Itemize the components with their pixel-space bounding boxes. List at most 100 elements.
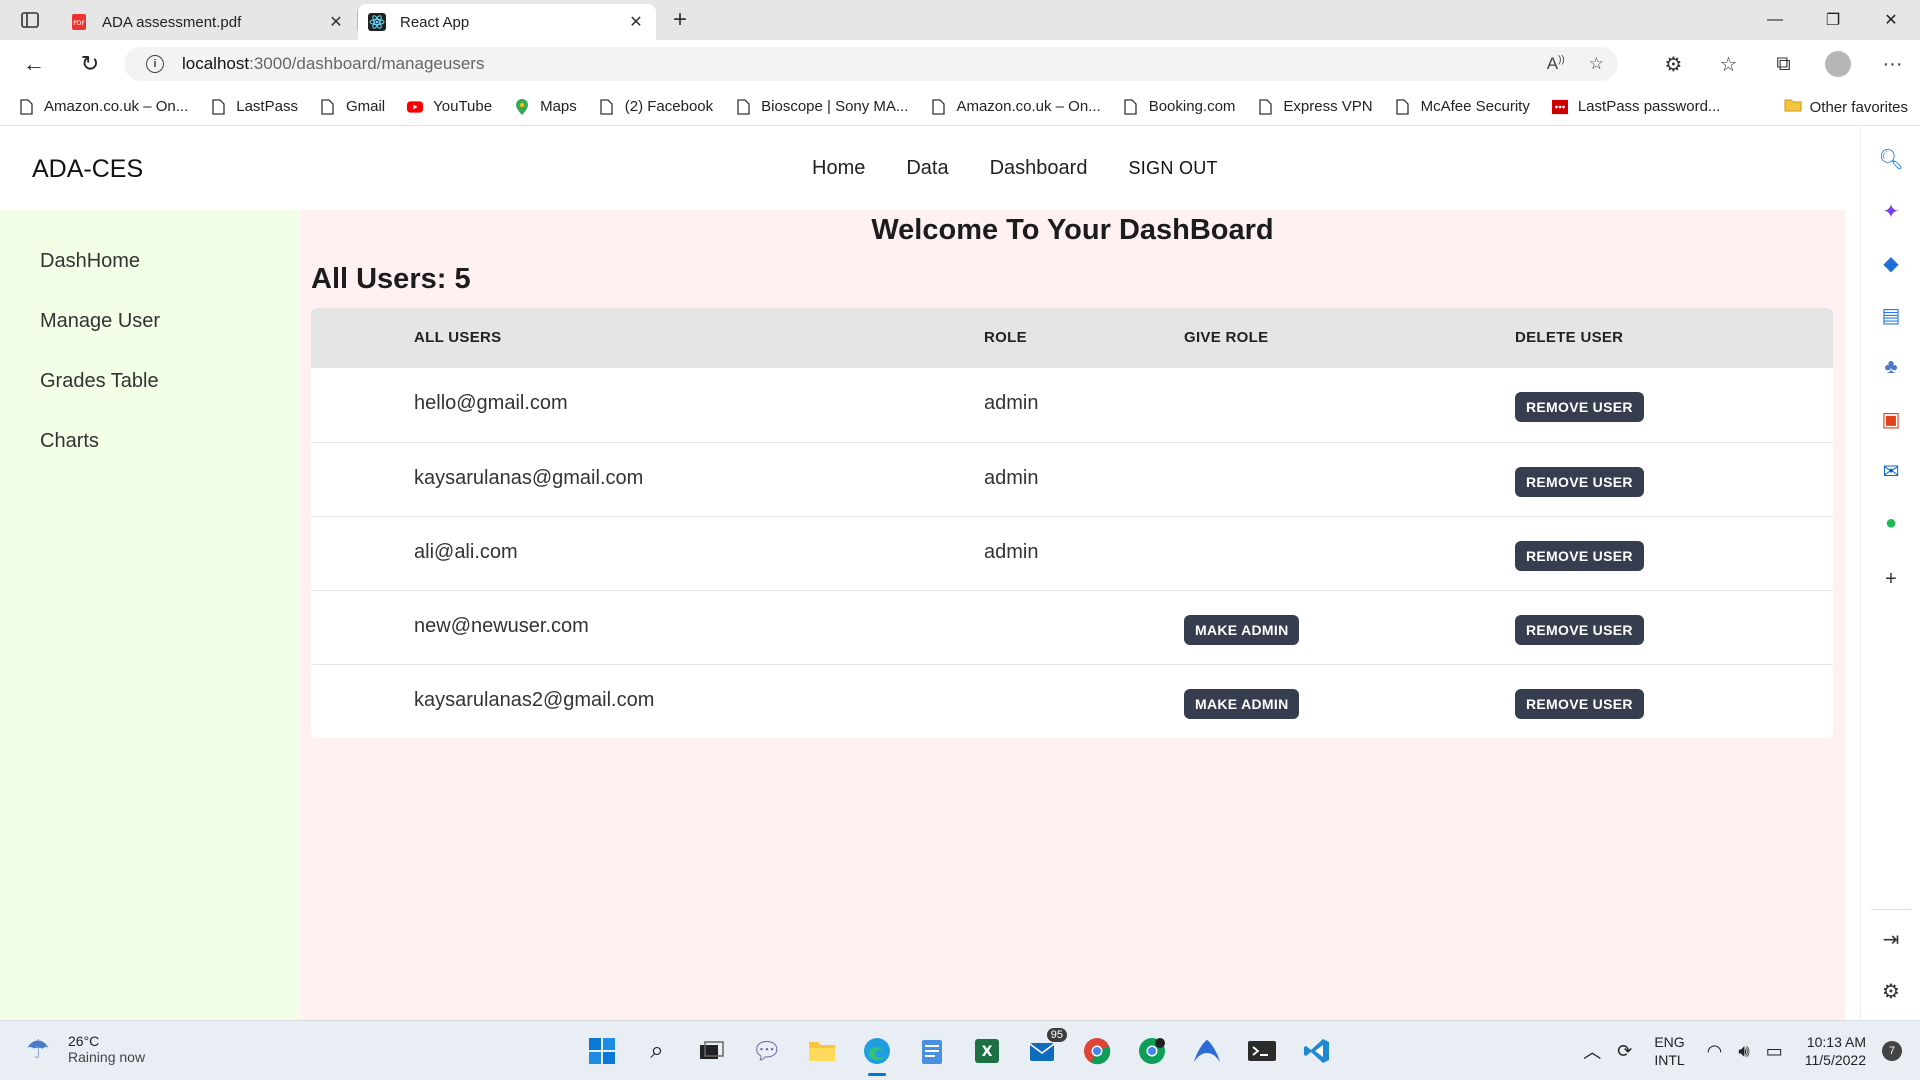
outlook-icon[interactable]: ✉ xyxy=(1879,459,1903,483)
svg-text:X: X xyxy=(982,1044,993,1060)
wifi-icon[interactable]: ◠ xyxy=(1707,1041,1723,1062)
add-favorite-icon[interactable]: ☆ xyxy=(1589,54,1604,74)
favorite-link[interactable]: LastPass xyxy=(210,98,298,116)
make-admin-button[interactable]: MAKE ADMIN xyxy=(1184,615,1300,645)
notification-count-badge[interactable]: 7 xyxy=(1882,1041,1902,1061)
close-window-icon[interactable]: ✕ xyxy=(1862,0,1920,40)
add-sidebar-app-icon[interactable]: + xyxy=(1879,567,1903,591)
system-tray: ︿ ⟳ ENG INTL ◠ 🔊︎ ▭ 10:13 AM 11/5/2022 7 xyxy=(1575,1031,1902,1071)
tools-icon[interactable]: ▤ xyxy=(1879,303,1903,327)
favorite-link[interactable]: Amazon.co.uk – On... xyxy=(930,98,1101,116)
table-row: hello@gmail.com admin REMOVE USER xyxy=(311,368,1833,442)
favorite-link[interactable]: McAfee Security xyxy=(1395,98,1530,116)
sync-icon[interactable]: ⟳ xyxy=(1617,1041,1632,1062)
extensions-icon[interactable]: ⚙ xyxy=(1646,48,1701,80)
minimize-icon[interactable]: — xyxy=(1746,0,1804,40)
close-tab-icon[interactable]: ✕ xyxy=(626,12,646,32)
favorite-link[interactable]: Express VPN xyxy=(1257,98,1373,116)
user-email: ali@ali.com xyxy=(414,541,518,563)
battery-icon[interactable]: ▭ xyxy=(1766,1041,1783,1062)
office-icon[interactable]: ▣ xyxy=(1879,407,1903,431)
remove-user-button[interactable]: REMOVE USER xyxy=(1515,615,1644,645)
remove-user-button[interactable]: REMOVE USER xyxy=(1515,689,1644,719)
site-info-icon[interactable]: i xyxy=(146,55,164,73)
url-host: localhost xyxy=(182,54,250,73)
collections-icon[interactable]: ⧉ xyxy=(1756,48,1811,80)
copilot-sparkle-icon[interactable]: ✦ xyxy=(1879,199,1903,223)
users-table: ALL USERS ROLE GIVE ROLE DELETE USER hel… xyxy=(311,308,1833,738)
close-tab-icon[interactable]: ✕ xyxy=(326,12,346,32)
remove-user-button[interactable]: REMOVE USER xyxy=(1515,467,1644,497)
read-aloud-icon[interactable]: A)) xyxy=(1547,54,1565,74)
teams-chat-icon[interactable]: 💬︎ xyxy=(750,1034,784,1068)
page-icon xyxy=(930,98,946,116)
edge-browser-icon[interactable] xyxy=(860,1034,894,1076)
volume-icon[interactable]: 🔊︎ xyxy=(1738,1041,1749,1062)
favorite-link[interactable]: Maps xyxy=(514,98,577,116)
scroll-down-arrow-icon[interactable]: ▼ xyxy=(1846,1005,1848,1016)
address-bar[interactable]: i localhost:3000/dashboard/manageusers A… xyxy=(124,47,1618,81)
clock[interactable]: 10:13 AM 11/5/2022 xyxy=(1805,1033,1866,1069)
weather-widget[interactable]: ☂ 26°C Raining now xyxy=(22,1033,145,1065)
favorite-link[interactable]: LastPass password... xyxy=(1551,98,1720,116)
vpn-app-icon[interactable] xyxy=(1190,1034,1224,1068)
tab-ada-assessment[interactable]: PDF ADA assessment.pdf ✕ xyxy=(60,4,356,40)
sidebar-divider xyxy=(1871,909,1911,910)
favorite-link[interactable]: Bioscope | Sony MA... xyxy=(735,98,908,116)
windows-start-icon[interactable] xyxy=(585,1034,619,1068)
other-favorites[interactable]: Other favorites xyxy=(1784,88,1908,126)
task-view-icon[interactable] xyxy=(695,1034,729,1068)
edge-sidebar: 🔍︎ ✦ ◆ ▤ ♣ ▣ ✉ ● + ⇥ ⚙ xyxy=(1860,127,1920,1020)
settings-gear-icon[interactable]: ⚙ xyxy=(1879,979,1903,1003)
more-options-icon[interactable]: ··· xyxy=(1865,48,1920,80)
vscode-icon[interactable] xyxy=(1300,1034,1334,1068)
search-icon[interactable]: ⌕ xyxy=(640,1034,674,1068)
favorite-link[interactable]: (2) Facebook xyxy=(599,98,713,116)
chrome-profile-icon[interactable] xyxy=(1135,1034,1169,1068)
nav-dashboard[interactable]: Dashboard xyxy=(990,157,1088,180)
notepad-icon[interactable] xyxy=(915,1034,949,1068)
make-admin-button[interactable]: MAKE ADMIN xyxy=(1184,689,1300,719)
favorites-icon[interactable]: ☆ xyxy=(1701,48,1756,80)
input-language[interactable]: ENG INTL xyxy=(1654,1033,1684,1069)
show-hidden-icons-chevron-icon[interactable]: ︿ xyxy=(1583,1038,1601,1064)
file-explorer-icon[interactable] xyxy=(805,1034,839,1068)
spotify-icon[interactable]: ● xyxy=(1879,511,1903,535)
remove-user-button[interactable]: REMOVE USER xyxy=(1515,541,1644,571)
favorite-link[interactable]: Amazon.co.uk – On... xyxy=(18,98,188,116)
table-row: kaysarulanas2@gmail.com MAKE ADMIN REMOV… xyxy=(311,664,1833,738)
new-tab-button[interactable]: + xyxy=(666,6,694,34)
refresh-icon[interactable]: ↻ xyxy=(74,48,106,80)
sign-out-button[interactable]: SIGN OUT xyxy=(1128,158,1217,179)
shopping-tag-icon[interactable]: ◆ xyxy=(1879,251,1903,275)
brand-logo[interactable]: ADA-CES xyxy=(32,155,143,184)
nav-data[interactable]: Data xyxy=(906,157,948,180)
games-icon[interactable]: ♣ xyxy=(1879,355,1903,379)
sidebar-item-manage-user[interactable]: Manage User xyxy=(40,310,160,333)
chrome-icon[interactable] xyxy=(1080,1034,1114,1068)
excel-icon[interactable]: X xyxy=(970,1034,1004,1068)
pdf-icon: PDF xyxy=(70,13,88,31)
restore-icon[interactable]: ❐ xyxy=(1804,0,1862,40)
favorite-link[interactable]: Gmail xyxy=(320,98,385,116)
search-icon[interactable]: 🔍︎ xyxy=(1878,147,1903,171)
tab-actions-button[interactable] xyxy=(14,8,46,32)
scroll-up-arrow-icon[interactable]: ▲ xyxy=(1846,131,1848,142)
profile-avatar[interactable] xyxy=(1825,51,1851,77)
user-role: admin xyxy=(984,392,1039,414)
favorite-link[interactable]: YouTube xyxy=(407,98,492,116)
terminal-icon[interactable] xyxy=(1245,1034,1279,1068)
remove-user-button[interactable]: REMOVE USER xyxy=(1515,392,1644,422)
sidebar-item-grades-table[interactable]: Grades Table xyxy=(40,370,159,393)
tab-actions-icon xyxy=(21,12,39,28)
weather-temp: 26°C xyxy=(68,1033,100,1049)
nav-home[interactable]: Home xyxy=(812,157,865,180)
sidebar-item-charts[interactable]: Charts xyxy=(40,430,99,453)
hide-sidebar-icon[interactable]: ⇥ xyxy=(1879,927,1903,951)
tab-react-app[interactable]: React App ✕ xyxy=(358,4,656,40)
page-icon xyxy=(18,98,34,116)
mail-app-icon[interactable]: 95 xyxy=(1025,1028,1067,1068)
sidebar-item-dashhome[interactable]: DashHome xyxy=(40,250,140,273)
back-arrow-icon[interactable]: ← xyxy=(18,48,50,80)
favorite-link[interactable]: Booking.com xyxy=(1123,98,1235,116)
